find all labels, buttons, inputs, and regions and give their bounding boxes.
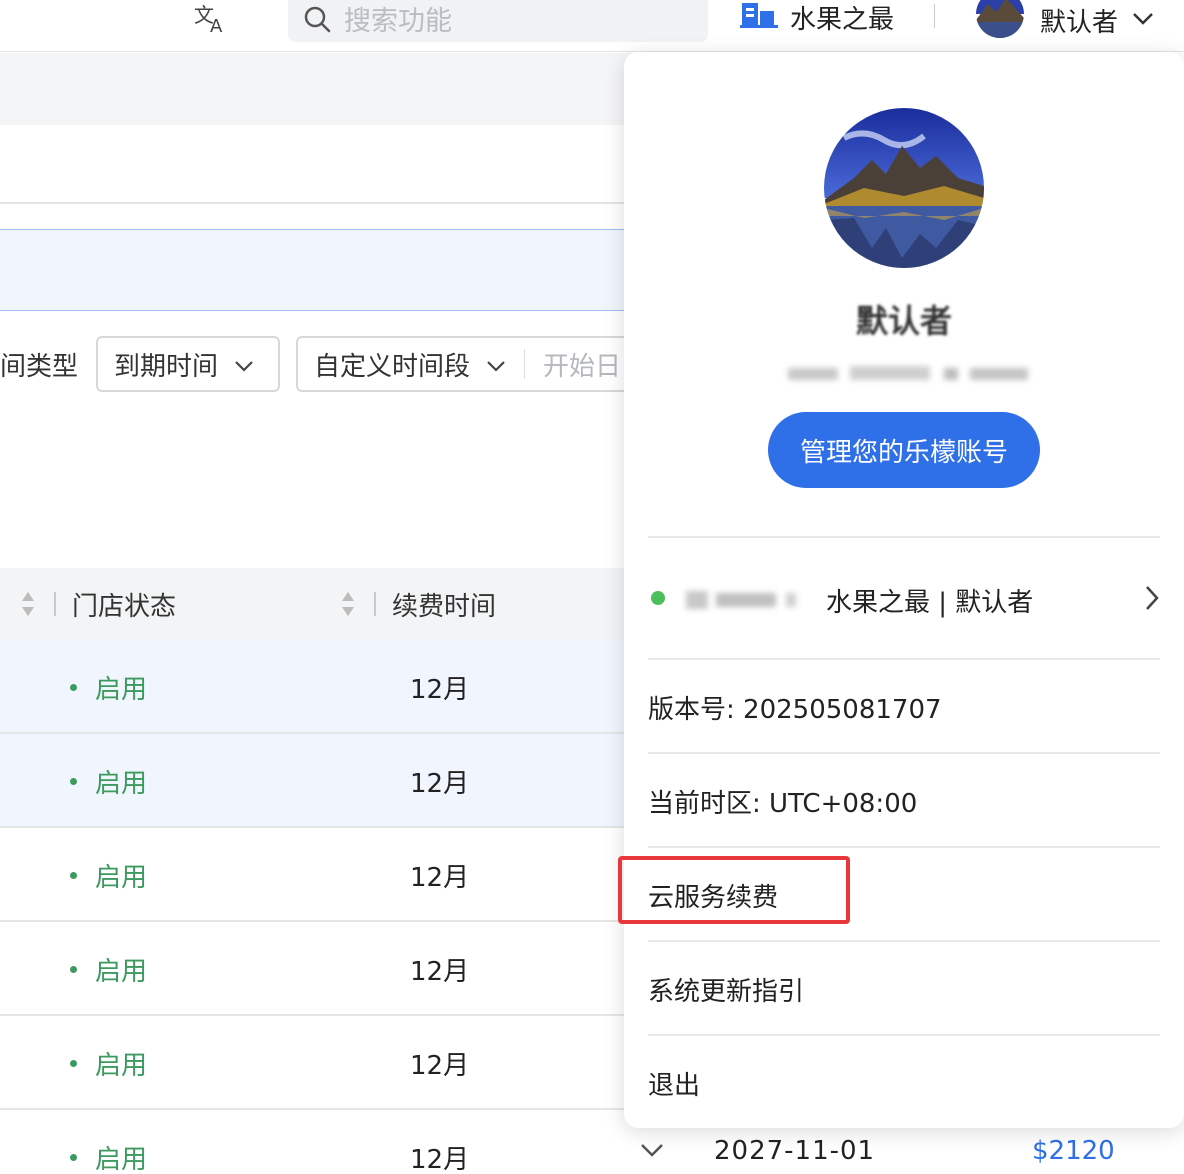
status-badge: 启用	[70, 1110, 147, 1174]
app-page: 文 A 水果之最	[0, 0, 1184, 1174]
status-dot	[70, 683, 77, 691]
store-name: 水果之最	[790, 4, 895, 35]
column-header-renew-time[interactable]: 续费时间	[392, 568, 496, 640]
chevron-down-icon	[486, 349, 506, 379]
profile-name: 默认者	[855, 302, 952, 340]
manage-account-button[interactable]: 管理您的乐檬账号	[768, 412, 1040, 488]
start-date-input[interactable]: 开始日	[543, 346, 621, 383]
status-badge: 启用	[70, 828, 147, 922]
table-header: 门店状态 续费时间	[0, 568, 640, 640]
version-info: 版本号: 202505081707	[648, 694, 942, 725]
column-divider	[54, 592, 56, 616]
select-value: 自定义时间段	[314, 351, 471, 382]
divider	[648, 536, 1160, 538]
chevron-down-icon	[1132, 11, 1154, 30]
store-id-blurred	[682, 585, 822, 615]
store-icon	[740, 0, 778, 35]
account-id-blurred	[780, 358, 1036, 388]
translate-icon[interactable]: 文 A	[192, 0, 232, 37]
timezone-info: 当前时区: UTC+08:00	[648, 788, 918, 819]
column-divider	[374, 592, 376, 616]
online-status-icon	[648, 588, 668, 612]
status-text: 启用	[95, 674, 148, 705]
store-switcher[interactable]: 水果之最	[740, 0, 895, 35]
chevron-right-icon	[1144, 584, 1160, 616]
status-dot	[70, 871, 77, 879]
user-menu-trigger[interactable]: 默认者	[976, 0, 1154, 40]
status-badge: 启用	[70, 640, 147, 734]
table-row[interactable]: 启用 12月	[0, 828, 640, 922]
sort-icon[interactable]	[20, 590, 36, 618]
search-box[interactable]	[288, 0, 708, 42]
divider	[524, 349, 526, 379]
menu-item-update-guide[interactable]: 系统更新指引	[648, 942, 1160, 1036]
renew-cell: 12月	[410, 674, 470, 705]
sort-icon[interactable]	[340, 590, 356, 618]
status-text: 启用	[95, 1144, 148, 1174]
user-dropdown-panel: 默认者 管理您的乐檬账号 水果之最 | 默认者 版本号: 20250508170…	[618, 52, 1184, 1130]
status-badge: 启用	[70, 734, 147, 828]
status-text: 启用	[95, 862, 148, 893]
table-row-extra: 2027-11-01 $2120	[624, 1128, 1184, 1174]
status-badge: 启用	[70, 1016, 147, 1110]
renew-cell: 12月	[410, 1144, 470, 1174]
info-banner	[0, 229, 640, 311]
status-dot	[70, 965, 77, 973]
search-input[interactable]	[344, 5, 684, 37]
expire-date: 2027-11-01	[714, 1136, 876, 1166]
status-badge: 启用	[70, 922, 147, 1016]
divider	[934, 4, 935, 28]
table-row[interactable]: 启用 12月	[0, 640, 640, 734]
top-bar: 文 A 水果之最	[0, 0, 1184, 52]
renew-cell: 12月	[410, 768, 470, 799]
page-header-band	[0, 53, 640, 125]
annotation-highlight-box	[618, 856, 850, 924]
store-account-row[interactable]: 水果之最 | 默认者	[648, 540, 1160, 660]
status-text: 启用	[95, 956, 148, 987]
table-row[interactable]: 启用 12月	[0, 922, 640, 1016]
renew-cell: 12月	[410, 956, 470, 987]
avatar	[976, 0, 1024, 38]
column-header-store-status[interactable]: 门店状态	[72, 568, 176, 640]
chevron-down-icon[interactable]	[640, 1142, 664, 1161]
table-row[interactable]: 启用 12月	[0, 1110, 640, 1174]
menu-item-logout[interactable]: 退出	[648, 1036, 1160, 1130]
svg-text:A: A	[210, 16, 223, 36]
time-range-select[interactable]: 自定义时间段 开始日	[296, 336, 656, 392]
avatar	[824, 108, 984, 268]
search-icon	[302, 4, 332, 38]
divider	[0, 202, 640, 204]
chevron-down-icon	[234, 349, 254, 379]
status-text: 启用	[95, 768, 148, 799]
user-name: 默认者	[1040, 7, 1119, 38]
select-value: 到期时间	[114, 351, 219, 382]
renew-cell: 12月	[410, 1050, 470, 1081]
status-text: 启用	[95, 1050, 148, 1081]
status-dot	[70, 1059, 77, 1067]
renew-amount[interactable]: $2120	[1032, 1136, 1115, 1166]
store-account-label: 水果之最 | 默认者	[826, 587, 1034, 618]
status-dot	[70, 777, 77, 785]
expire-time-select[interactable]: 到期时间	[96, 336, 280, 392]
renew-cell: 12月	[410, 862, 470, 893]
filter-label: 间类型	[0, 352, 79, 382]
table-row[interactable]: 启用 12月	[0, 734, 640, 828]
status-dot	[70, 1153, 77, 1161]
table-row[interactable]: 启用 12月	[0, 1016, 640, 1110]
